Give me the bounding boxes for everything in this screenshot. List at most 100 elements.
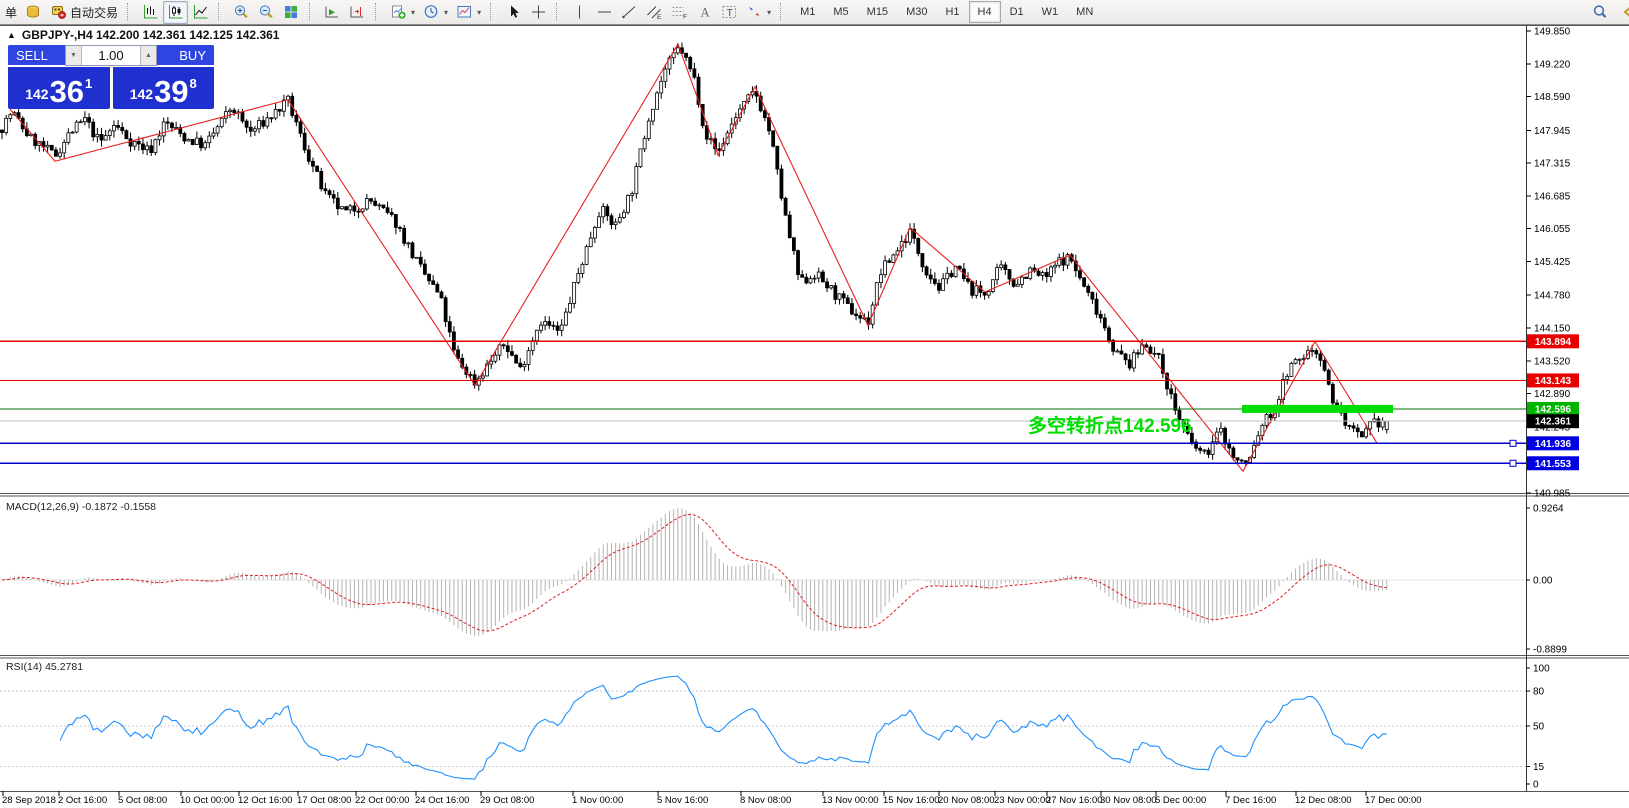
svg-text:140.985: 140.985 [1534,488,1571,499]
svg-text:23 Nov 00:00: 23 Nov 00:00 [994,795,1051,806]
search-button[interactable] [1588,1,1613,24]
svg-text:15 Nov 16:00: 15 Nov 16:00 [883,795,940,806]
svg-text:142.361: 142.361 [1535,417,1572,428]
new-chart-button[interactable]: ▾ [386,1,419,24]
new-order-button[interactable]: 单 [1,1,21,24]
arrows-button[interactable]: ▾ [742,1,775,24]
toolbar-separator [556,3,563,21]
volume-increase-icon[interactable]: ▲ [140,46,156,65]
zoom-out-button[interactable] [254,1,279,24]
hline-icon [596,4,613,20]
svg-text:0.00: 0.00 [1533,576,1553,587]
fibonacci-button[interactable]: F [667,1,692,24]
svg-text:22 Oct 00:00: 22 Oct 00:00 [355,795,409,806]
price-level-label-142.596[interactable]: 142.596 [1527,401,1579,416]
timeframe-h1-button[interactable]: H1 [936,1,968,23]
svg-text:145.425: 145.425 [1534,257,1571,268]
templates-button[interactable]: ▾ [452,1,485,24]
auto-scroll-button[interactable] [320,1,345,24]
toolbar-separator [309,3,316,21]
svg-text:143.894: 143.894 [1535,337,1572,348]
trendline-button[interactable] [617,1,642,24]
text-label-button[interactable]: T [717,1,742,24]
buy-price-big: 39 [154,74,189,109]
tile-windows-button[interactable] [279,1,304,24]
timeframe-m15-button[interactable]: M15 [858,1,897,23]
sell-price: 142 36 1 [8,67,110,109]
timeframe-mn-button[interactable]: MN [1067,1,1102,23]
chart-canvas[interactable]: 149.850 149.220 148.590 147.945 147.315 146.6… [0,0,1629,808]
sell-price-big: 36 [49,74,85,109]
timeframe-m30-button[interactable]: M30 [897,1,936,23]
svg-text:17 Oct 08:00: 17 Oct 08:00 [297,795,351,806]
linechart-icon [192,4,209,20]
line-drag-handle[interactable] [1509,439,1517,447]
volume-stepper: ▼ ▲ [65,45,157,66]
timeframe-m5-button[interactable]: M5 [824,1,857,23]
svg-text:13 Nov 00:00: 13 Nov 00:00 [822,795,879,806]
macd-indicator-label: MACD(12,26,9) -0.1872 -0.1558 [6,501,156,513]
price-level-label-141.553[interactable]: 141.553 [1527,456,1579,471]
toolbar-separator [490,3,497,21]
autotrading-button[interactable]: 自动交易 [46,1,122,24]
horizontal-line-button[interactable] [592,1,617,24]
svg-text:149.850: 149.850 [1534,27,1571,38]
toolbar-overflow-button[interactable] [1613,1,1629,24]
chart-shift-button[interactable] [345,1,370,24]
svg-text:1 Nov 00:00: 1 Nov 00:00 [572,795,623,806]
svg-text:148.590: 148.590 [1534,92,1571,103]
cursor-button[interactable] [501,1,526,24]
channel-icon: E [646,4,663,20]
equidistant-channel-button[interactable]: E [642,1,667,24]
svg-text:146.685: 146.685 [1534,191,1571,202]
line-drag-handle[interactable] [1509,459,1517,467]
profiles-button[interactable]: ▾ [419,1,452,24]
autotrading-button-label: 自动交易 [70,5,119,20]
text-button[interactable]: A [692,1,717,24]
price-level-label-143.143[interactable]: 143.143 [1527,373,1579,388]
timeframe-h4-button[interactable]: H4 [968,1,1001,23]
fibo-icon: F [671,4,688,20]
pivot-annotation-text: 多空转折点142.596 [1028,416,1192,437]
crosshair-button[interactable] [526,1,551,24]
price-level-label-143.894[interactable]: 143.894 [1527,334,1579,349]
collapse-panel-icon[interactable]: ▲ [7,30,16,40]
candle-icon [167,4,184,20]
price-level-label-141.936[interactable]: 141.936 [1527,436,1579,451]
svg-text:29 Oct 08:00: 29 Oct 08:00 [480,795,534,806]
current-price-label[interactable]: 142.361 [1527,414,1579,429]
autoscroll-icon [324,4,341,20]
zoomout-icon [258,4,275,20]
svg-text:24 Oct 16:00: 24 Oct 16:00 [415,795,469,806]
svg-text:5 Oct 08:00: 5 Oct 08:00 [118,795,167,806]
svg-text:5 Nov 16:00: 5 Nov 16:00 [657,795,708,806]
timeframe-d1-button[interactable]: D1 [1001,1,1033,23]
chart-symbol-header: ▲ GBPJPY-,H4 142.200 142.361 142.125 142… [7,28,279,42]
partial-icon [1617,4,1629,20]
shift-icon [349,4,366,20]
tline-icon [621,4,638,20]
svg-text:50: 50 [1533,722,1545,733]
svg-text:7 Dec 16:00: 7 Dec 16:00 [1225,795,1276,806]
dropdown-caret-icon: ▾ [477,7,482,17]
cursor-icon [505,4,522,20]
volume-decrease-icon[interactable]: ▼ [66,46,82,65]
support-zone-bar[interactable] [1242,404,1393,413]
template-icon [456,4,473,20]
vertical-line-button[interactable] [567,1,592,24]
candlestick-chart-button[interactable] [163,0,189,24]
timeframe-w1-button[interactable]: W1 [1033,1,1068,23]
svg-text:E: E [657,14,662,20]
one-click-trading-panel: SELL 142 36 1 BUY 142 39 8 ▼ ▲ [8,45,214,109]
svg-text:141.936: 141.936 [1535,439,1572,450]
bar-chart-button[interactable] [138,1,163,24]
zoom-in-button[interactable] [229,1,254,24]
svg-text:2 Oct 16:00: 2 Oct 16:00 [58,795,107,806]
market-watch-icon-button[interactable] [21,1,46,24]
svg-text:147.315: 147.315 [1534,159,1571,170]
svg-text:10 Oct 00:00: 10 Oct 00:00 [180,795,234,806]
volume-input[interactable] [82,46,140,65]
timeframe-m1-button[interactable]: M1 [791,1,824,23]
line-chart-button[interactable] [188,1,213,24]
svg-text:143.520: 143.520 [1534,356,1571,367]
